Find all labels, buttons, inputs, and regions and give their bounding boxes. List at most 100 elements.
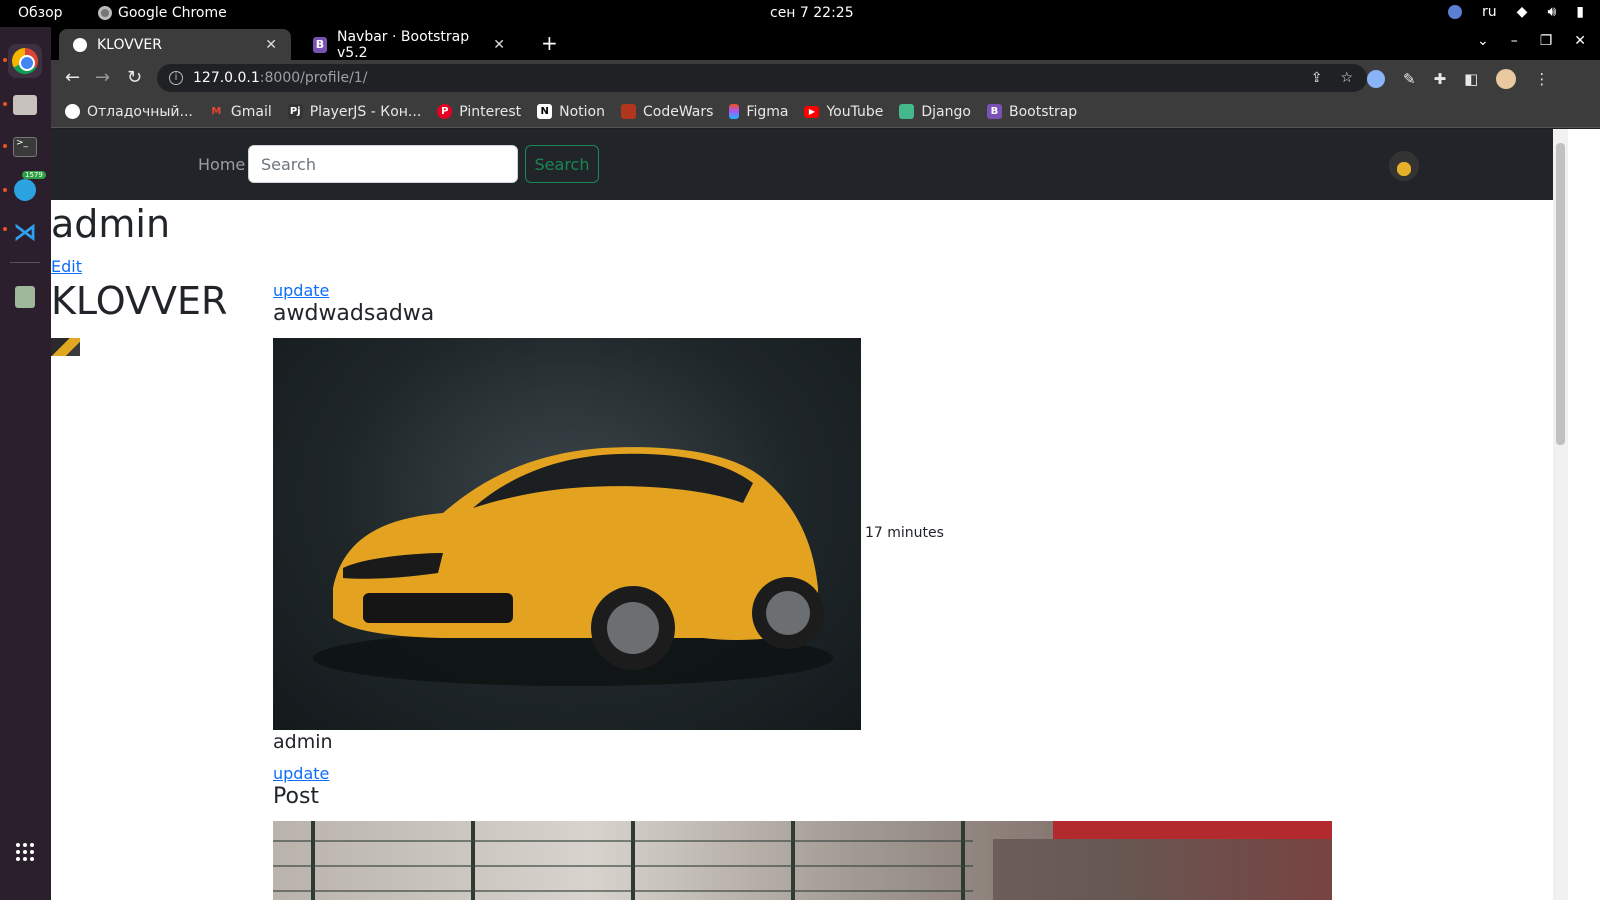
bookmark-label: Bootstrap: [1008, 103, 1078, 120]
chrome-icon: [98, 6, 112, 20]
app-menu[interactable]: Google Chrome: [98, 5, 227, 21]
bookmark-label: Gmail: [230, 103, 272, 120]
bookmark-star-icon[interactable]: ☆: [1340, 70, 1353, 86]
telegram-icon: [14, 179, 36, 201]
volume-icon: 🔊︎: [1547, 4, 1557, 20]
bookmark-label: Pinterest: [459, 103, 522, 120]
bookmark-label: YouTube: [826, 103, 884, 120]
user-avatar[interactable]: [1389, 151, 1419, 181]
menu-dots-icon[interactable]: ⋮: [1534, 70, 1549, 88]
bookmark-label: Отладочный...: [87, 103, 193, 120]
scrollbar-thumb[interactable]: [1556, 143, 1565, 445]
show-apps-button[interactable]: [8, 835, 42, 869]
reload-button[interactable]: ↻: [127, 67, 142, 88]
url-path: :8000/profile/1/: [259, 70, 368, 86]
page-scrollbar[interactable]: [1553, 129, 1568, 900]
dock-terminal[interactable]: >_: [8, 130, 42, 164]
running-indicator: [3, 227, 7, 231]
minimize-button[interactable]: –: [1511, 33, 1518, 49]
back-button[interactable]: ←: [65, 67, 80, 88]
bookmark-playerjs[interactable]: Pj PlayerJS - Кон...: [287, 103, 422, 120]
bookmark-youtube[interactable]: ▶ YouTube: [804, 104, 883, 120]
pinterest-icon: P: [437, 104, 453, 119]
globe-icon: [65, 104, 80, 119]
new-tab-button[interactable]: +: [541, 31, 558, 55]
bootstrap-icon: B: [313, 36, 327, 53]
bookmark-otladochny[interactable]: Отладочный...: [65, 104, 193, 120]
profile-display-name: KLOVVER: [51, 279, 228, 323]
address-bar[interactable]: i 127.0.0.1:8000/profile/1/ ⇪ ☆: [157, 64, 1367, 92]
eyedropper-icon[interactable]: ✎: [1403, 70, 1416, 88]
folder-icon: [13, 95, 37, 115]
post-update-link[interactable]: update: [273, 764, 329, 783]
car-illustration: [313, 447, 833, 686]
bookmark-label: Notion: [559, 103, 605, 120]
bookmark-figma[interactable]: Figma: [729, 104, 788, 120]
running-indicator: [3, 102, 7, 106]
post-title: Post: [273, 784, 320, 809]
nav-home-link[interactable]: Home: [198, 155, 245, 174]
bookmark-notion[interactable]: N Notion: [537, 104, 605, 120]
network-globe-icon: [1448, 5, 1463, 19]
extension-icon[interactable]: [1367, 70, 1385, 88]
trash-icon: [15, 286, 35, 308]
edit-profile-link[interactable]: Edit: [51, 257, 82, 276]
dock-files[interactable]: [8, 88, 42, 122]
puzzle-icon[interactable]: ✚: [1434, 70, 1447, 88]
profile-username: admin: [51, 202, 171, 246]
maximize-button[interactable]: ❐: [1540, 33, 1553, 49]
bookmark-label: PlayerJS - Кон...: [309, 103, 422, 120]
bookmark-django[interactable]: Django: [899, 104, 971, 120]
running-indicator: [3, 144, 7, 148]
dock-vscode[interactable]: ⋊: [8, 215, 42, 249]
tab-klovver[interactable]: KLOVVER ✕: [59, 29, 291, 60]
share-icon[interactable]: ⇪: [1311, 70, 1323, 86]
running-indicator: [3, 188, 7, 192]
tab-search-icon[interactable]: ⌄: [1477, 33, 1489, 49]
street-illustration: [273, 821, 1332, 900]
dock-trash[interactable]: [8, 280, 42, 314]
clock[interactable]: сен 7 22:25: [770, 5, 854, 21]
os-top-bar: Обзор Google Chrome сен 7 22:25 ru ◆ 🔊︎ …: [0, 0, 1600, 27]
chrome-icon: [12, 48, 38, 74]
search-input[interactable]: [248, 145, 518, 183]
forward-button[interactable]: →: [95, 67, 110, 88]
bootstrap-icon: B: [986, 104, 1002, 119]
codewars-icon: [621, 104, 636, 119]
vscode-icon: ⋊: [13, 218, 37, 246]
bookmark-codewars[interactable]: CodeWars: [621, 104, 713, 120]
running-indicator: [3, 58, 7, 62]
post-time: 17 minutes: [865, 525, 944, 541]
page-viewport: Home Search admin Edit KLOVVER update aw…: [51, 129, 1553, 900]
profile-avatar-thumbnail: [51, 338, 80, 356]
site-info-icon[interactable]: i: [169, 71, 183, 85]
notion-icon: N: [537, 104, 553, 119]
url-host: 127.0.0.1: [193, 70, 260, 86]
language-indicator[interactable]: ru: [1482, 4, 1497, 20]
close-icon[interactable]: ✕: [265, 37, 277, 53]
close-window-button[interactable]: ✕: [1574, 33, 1586, 49]
bookmark-label: Django: [921, 103, 971, 120]
browser-toolbar: ← → ↻ i 127.0.0.1:8000/profile/1/ ⇪ ☆ ✎ …: [51, 60, 1600, 96]
dock-telegram[interactable]: 1579: [8, 171, 46, 207]
activities-button[interactable]: Обзор: [18, 5, 63, 21]
tab-bootstrap-navbar[interactable]: B Navbar · Bootstrap v5.2 ✕: [299, 29, 519, 61]
toolbar-extensions: ✎ ✚ ◧ ⋮: [1367, 69, 1549, 89]
bookmark-gmail[interactable]: M Gmail: [209, 103, 272, 120]
tab-title: KLOVVER: [97, 36, 162, 53]
search-button[interactable]: Search: [525, 145, 599, 183]
bookmark-bootstrap[interactable]: B Bootstrap: [986, 103, 1078, 120]
post-update-link[interactable]: update: [273, 281, 329, 300]
site-navbar: Home Search: [51, 129, 1553, 200]
dock: >_ 1579 ⋊: [0, 27, 51, 900]
system-tray[interactable]: ru ◆ 🔊︎ ▮: [1448, 4, 1584, 20]
globe-icon: [73, 37, 87, 52]
side-panel-icon[interactable]: ◧: [1464, 70, 1478, 88]
dock-separator: [10, 262, 40, 263]
bookmark-pinterest[interactable]: P Pinterest: [437, 104, 521, 120]
dock-chrome[interactable]: [8, 44, 42, 78]
wifi-icon: ◆: [1516, 4, 1528, 20]
profile-avatar[interactable]: [1496, 69, 1517, 89]
close-icon[interactable]: ✕: [493, 37, 505, 53]
figma-icon: [729, 104, 740, 119]
